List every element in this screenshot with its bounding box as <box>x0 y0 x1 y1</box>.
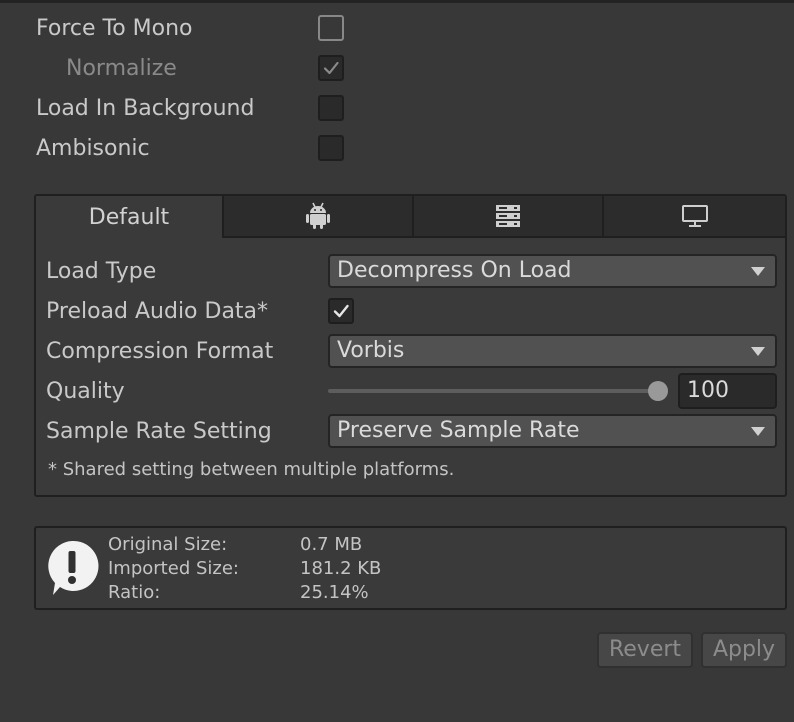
chevron-down-icon <box>751 347 765 356</box>
tab-dedicated-server[interactable] <box>414 196 604 238</box>
compression-format-label: Compression Format <box>46 339 274 364</box>
revert-button[interactable]: Revert <box>597 632 693 668</box>
tab-default[interactable]: Default <box>36 196 224 238</box>
load-in-background-label: Load In Background <box>36 96 255 121</box>
load-type-dropdown[interactable]: Decompress On Load <box>328 254 777 288</box>
normalize-label: Normalize <box>66 56 177 81</box>
original-size-label: Original Size: <box>108 534 228 555</box>
sample-rate-setting-value: Preserve Sample Rate <box>337 418 580 443</box>
inspector-top-border <box>0 0 794 3</box>
load-type-value: Decompress On Load <box>337 258 572 283</box>
sample-rate-setting-dropdown[interactable]: Preserve Sample Rate <box>328 414 777 448</box>
import-info-box: Original Size: 0.7 MB Imported Size: 181… <box>34 526 787 610</box>
ratio-label: Ratio: <box>108 582 161 603</box>
tab-android[interactable] <box>224 196 414 238</box>
shared-setting-note: * Shared setting between multiple platfo… <box>48 459 455 480</box>
check-icon <box>323 61 339 75</box>
apply-button[interactable]: Apply <box>701 632 787 668</box>
quality-slider-thumb[interactable] <box>648 381 668 401</box>
compression-format-dropdown[interactable]: Vorbis <box>328 334 777 368</box>
warning-icon <box>48 540 99 595</box>
imported-size-label: Imported Size: <box>108 558 239 579</box>
tab-standalone[interactable] <box>604 196 785 238</box>
imported-size-value: 181.2 KB <box>300 558 382 579</box>
sample-rate-setting-label: Sample Rate Setting <box>46 419 272 444</box>
load-in-background-checkbox[interactable] <box>318 95 344 121</box>
tab-default-label: Default <box>88 204 170 230</box>
monitor-icon <box>681 205 708 227</box>
force-to-mono-checkbox[interactable] <box>318 15 344 41</box>
ambisonic-label: Ambisonic <box>36 136 150 161</box>
check-icon <box>333 304 349 318</box>
quality-label: Quality <box>46 379 125 404</box>
normalize-checkbox[interactable] <box>318 55 344 81</box>
ambisonic-checkbox[interactable] <box>318 135 344 161</box>
ratio-value: 25.14% <box>300 582 369 603</box>
chevron-down-icon <box>751 427 765 436</box>
preload-audio-data-label: Preload Audio Data* <box>46 299 269 324</box>
compression-format-value: Vorbis <box>337 338 405 363</box>
load-type-label: Load Type <box>46 259 157 284</box>
quality-value: 100 <box>687 378 729 403</box>
chevron-down-icon <box>751 267 765 276</box>
preload-audio-data-checkbox[interactable] <box>328 298 354 324</box>
quality-input[interactable]: 100 <box>678 373 777 409</box>
server-icon <box>496 205 520 227</box>
force-to-mono-label: Force To Mono <box>36 16 193 41</box>
original-size-value: 0.7 MB <box>300 534 363 555</box>
platform-settings-panel: Default Load Type Decompress On Load Pre… <box>34 194 787 497</box>
platform-tabs: Default <box>36 196 785 238</box>
android-icon <box>306 202 330 229</box>
quality-slider-track[interactable] <box>328 389 662 393</box>
